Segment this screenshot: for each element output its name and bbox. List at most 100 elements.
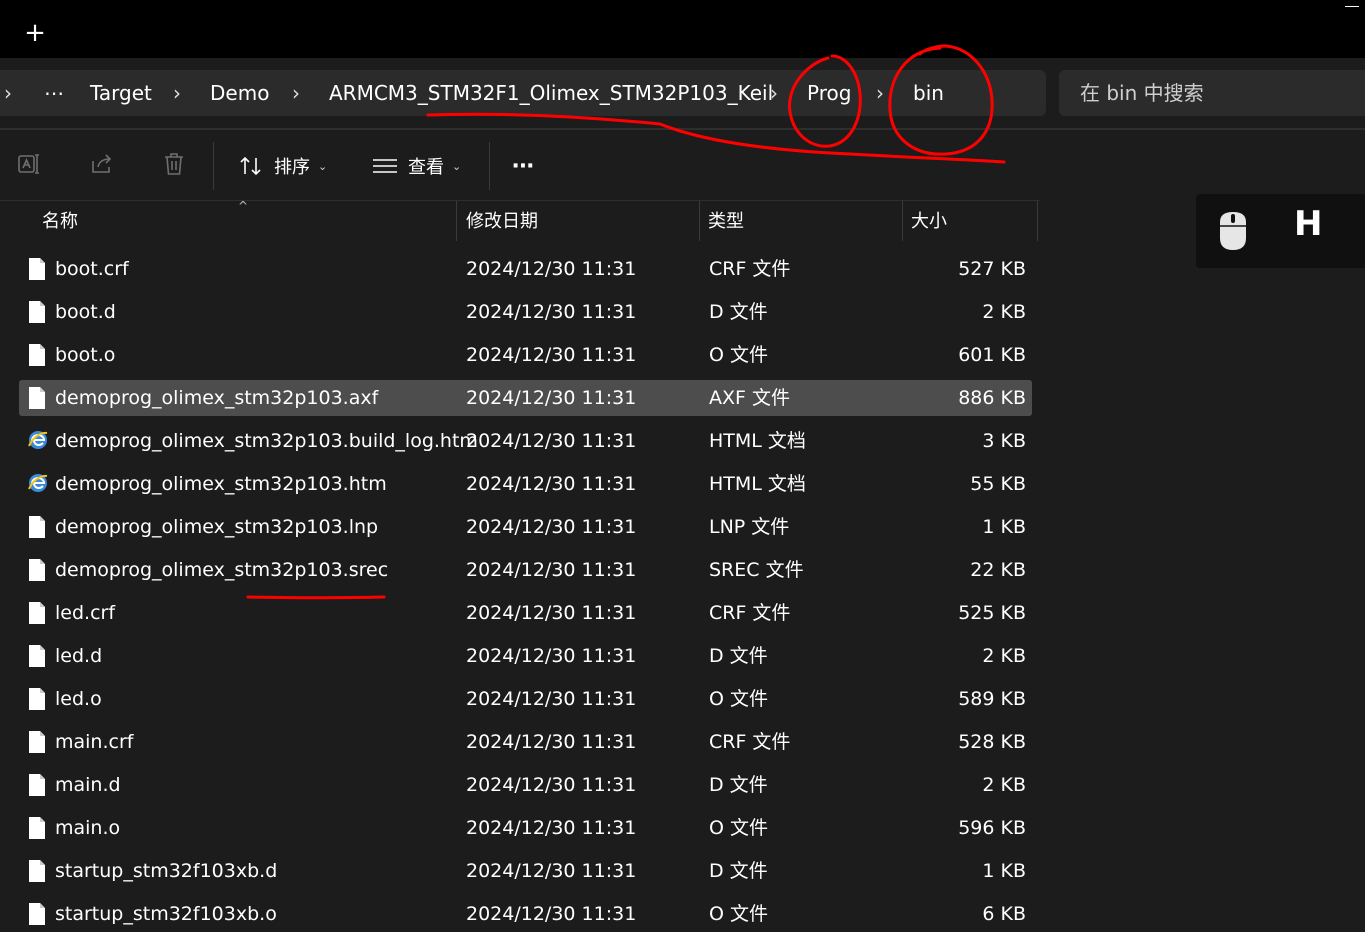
file-type: O 文件 bbox=[709, 688, 768, 710]
sort-button[interactable]: 排序 ⌄ bbox=[238, 146, 327, 186]
file-icon bbox=[27, 601, 47, 625]
file-row[interactable]: main.crf 2024/12/30 11:31 CRF 文件 528 KB bbox=[19, 724, 1032, 760]
column-header: ^ 名称 修改日期 类型 大小 bbox=[0, 199, 1040, 245]
file-name: startup_stm32f103xb.o bbox=[55, 903, 277, 925]
file-row[interactable]: boot.crf 2024/12/30 11:31 CRF 文件 527 KB bbox=[19, 251, 1032, 287]
breadcrumb-item-prog[interactable]: Prog bbox=[807, 70, 851, 116]
column-name[interactable]: 名称 bbox=[42, 201, 78, 245]
column-size[interactable]: 大小 bbox=[911, 201, 947, 245]
file-row[interactable]: demoprog_olimex_stm32p103.srec 2024/12/30… bbox=[19, 552, 1032, 588]
file-icon bbox=[27, 816, 47, 840]
file-row[interactable]: demoprog_olimex_stm32p103.build_log.htm 2… bbox=[19, 423, 1032, 459]
file-type: D 文件 bbox=[709, 860, 768, 882]
file-size: 1 KB bbox=[982, 860, 1026, 882]
file-type: O 文件 bbox=[709, 903, 768, 925]
chevron-right-icon[interactable]: › bbox=[4, 70, 12, 116]
view-button[interactable]: 查看 ⌄ bbox=[372, 146, 461, 186]
file-icon bbox=[27, 859, 47, 883]
view-icon bbox=[373, 159, 397, 173]
file-row[interactable]: boot.o 2024/12/30 11:31 O 文件 601 KB bbox=[19, 337, 1032, 373]
new-tab-button[interactable]: + bbox=[4, 10, 66, 56]
file-row[interactable]: demoprog_olimex_stm32p103.axf 2024/12/30 … bbox=[19, 380, 1032, 416]
file-row[interactable]: startup_stm32f103xb.o 2024/12/30 11:31 O 文… bbox=[19, 896, 1032, 932]
chevron-right-icon[interactable]: › bbox=[770, 70, 778, 116]
breadcrumb-item-bin[interactable]: bin bbox=[913, 70, 944, 116]
file-size: 2 KB bbox=[982, 774, 1026, 796]
file-date: 2024/12/30 11:31 bbox=[466, 344, 637, 366]
file-type: CRF 文件 bbox=[709, 258, 791, 280]
file-icon bbox=[27, 773, 47, 797]
file-type: D 文件 bbox=[709, 645, 768, 667]
chevron-right-icon[interactable]: › bbox=[173, 70, 181, 116]
column-resize-handle[interactable] bbox=[1037, 201, 1038, 241]
file-size: 2 KB bbox=[982, 645, 1026, 667]
chevron-right-icon[interactable]: › bbox=[876, 70, 884, 116]
file-row[interactable]: led.crf 2024/12/30 11:31 CRF 文件 525 KB bbox=[19, 595, 1032, 631]
rename-icon[interactable] bbox=[16, 150, 44, 178]
toolbar-separator bbox=[489, 142, 490, 190]
file-name: led.crf bbox=[55, 602, 116, 624]
file-icon bbox=[27, 644, 47, 668]
browser-icon bbox=[27, 472, 48, 496]
breadcrumb-item-project[interactable]: ARMCM3_STM32F1_Olimex_STM32P103_Keil bbox=[329, 70, 773, 116]
search-input[interactable]: 在 bin 中搜索 bbox=[1059, 70, 1365, 116]
file-date: 2024/12/30 11:31 bbox=[466, 817, 637, 839]
breadcrumb-overflow[interactable]: ⋯ bbox=[44, 70, 64, 116]
file-size: 6 KB bbox=[982, 903, 1026, 925]
file-name: boot.o bbox=[55, 344, 116, 366]
sort-label: 排序 bbox=[274, 157, 310, 178]
file-icon bbox=[27, 343, 47, 367]
file-type: O 文件 bbox=[709, 344, 768, 366]
file-type: AXF 文件 bbox=[709, 387, 790, 409]
file-date: 2024/12/30 11:31 bbox=[466, 473, 637, 495]
file-name: main.crf bbox=[55, 731, 134, 753]
file-type: D 文件 bbox=[709, 774, 768, 796]
file-size: 886 KB bbox=[958, 387, 1026, 409]
file-type: HTML 文档 bbox=[709, 473, 806, 495]
delete-icon[interactable] bbox=[160, 150, 188, 178]
chevron-right-icon[interactable]: › bbox=[292, 70, 300, 116]
file-row[interactable]: startup_stm32f103xb.d 2024/12/30 11:31 D 文… bbox=[19, 853, 1032, 889]
file-date: 2024/12/30 11:31 bbox=[466, 860, 637, 882]
file-icon bbox=[27, 515, 47, 539]
file-date: 2024/12/30 11:31 bbox=[466, 731, 637, 753]
breadcrumb-item-target[interactable]: Target bbox=[90, 70, 152, 116]
breadcrumb[interactable]: › ⋯ Target › Demo › ARMCM3_STM32F1_Olime… bbox=[0, 70, 1046, 116]
file-size: 589 KB bbox=[958, 688, 1026, 710]
browser-icon bbox=[27, 429, 48, 453]
file-row[interactable]: main.o 2024/12/30 11:31 O 文件 596 KB bbox=[19, 810, 1032, 846]
column-type[interactable]: 类型 bbox=[708, 201, 744, 245]
file-icon bbox=[27, 558, 47, 582]
file-row[interactable]: led.o 2024/12/30 11:31 O 文件 589 KB bbox=[19, 681, 1032, 717]
file-date: 2024/12/30 11:31 bbox=[466, 258, 637, 280]
file-date: 2024/12/30 11:31 bbox=[466, 430, 637, 452]
column-resize-handle[interactable] bbox=[699, 201, 700, 241]
file-row[interactable]: main.d 2024/12/30 11:31 D 文件 2 KB bbox=[19, 767, 1032, 803]
column-date-modified[interactable]: 修改日期 bbox=[466, 201, 538, 245]
file-row[interactable]: demoprog_olimex_stm32p103.lnp 2024/12/30 … bbox=[19, 509, 1032, 545]
breadcrumb-item-demo[interactable]: Demo bbox=[210, 70, 269, 116]
column-resize-handle[interactable] bbox=[456, 201, 457, 241]
file-icon bbox=[27, 257, 47, 281]
file-row[interactable]: boot.d 2024/12/30 11:31 D 文件 2 KB bbox=[19, 294, 1032, 330]
file-date: 2024/12/30 11:31 bbox=[466, 688, 637, 710]
sort-ascending-icon: ^ bbox=[238, 199, 249, 213]
minimize-icon[interactable] bbox=[1345, 6, 1359, 7]
file-name: main.d bbox=[55, 774, 121, 796]
more-options-button[interactable]: ⋯ bbox=[512, 146, 534, 186]
file-icon bbox=[27, 300, 47, 324]
command-bar: 排序 ⌄ 查看 ⌄ ⋯ bbox=[0, 132, 1365, 200]
share-icon[interactable] bbox=[88, 150, 116, 178]
file-size: 601 KB bbox=[958, 344, 1026, 366]
file-date: 2024/12/30 11:31 bbox=[466, 301, 637, 323]
file-name: led.d bbox=[55, 645, 103, 667]
file-row[interactable]: led.d 2024/12/30 11:31 D 文件 2 KB bbox=[19, 638, 1032, 674]
column-resize-handle[interactable] bbox=[902, 201, 903, 241]
file-row[interactable]: demoprog_olimex_stm32p103.htm 2024/12/30 … bbox=[19, 466, 1032, 502]
address-bar-row: › ⋯ Target › Demo › ARMCM3_STM32F1_Olime… bbox=[0, 58, 1365, 130]
file-type: CRF 文件 bbox=[709, 731, 791, 753]
file-name: demoprog_olimex_stm32p103.axf bbox=[55, 387, 379, 409]
file-date: 2024/12/30 11:31 bbox=[466, 516, 637, 538]
file-date: 2024/12/30 11:31 bbox=[466, 559, 637, 581]
file-name: led.o bbox=[55, 688, 102, 710]
